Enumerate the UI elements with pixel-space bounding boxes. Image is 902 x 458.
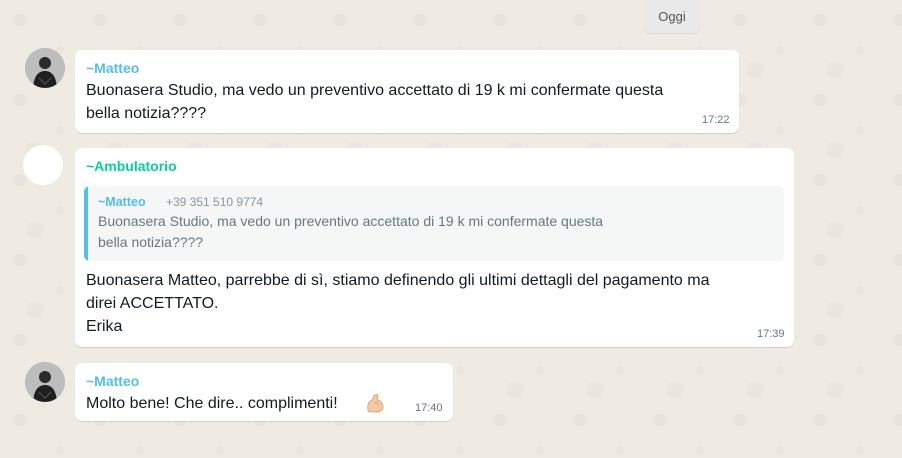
message-text: Buonasera Studio, ma vedo un preventivo … <box>86 82 664 122</box>
quote-accent-bar <box>84 186 88 261</box>
sender-name[interactable]: ~Matteo <box>86 373 139 389</box>
avatar-matteo[interactable] <box>25 48 65 88</box>
message-bubble[interactable]: ~Matteo Molto bene! Che dire.. complimen… <box>75 363 453 421</box>
sender-name[interactable]: ~Matteo <box>86 60 139 76</box>
flexed-biceps-icon <box>367 394 384 413</box>
quoted-message[interactable]: ~Matteo +39 351 510 9774 Buonasera Studi… <box>84 186 784 261</box>
message-time: 17:39 <box>757 328 785 340</box>
date-chip: Oggi <box>644 0 700 33</box>
quoted-text: Buonasera Studio, ma vedo un preventivo … <box>98 213 604 250</box>
message-time: 17:22 <box>702 114 730 126</box>
quoted-sender-phone: +39 351 510 9774 <box>166 195 264 209</box>
message-text: Molto bene! Che dire.. complimenti! <box>86 395 338 412</box>
message-time: 17:40 <box>415 402 443 414</box>
person-photo-icon <box>25 362 65 402</box>
quoted-sender-name: ~Matteo <box>98 195 146 209</box>
person-photo-icon <box>25 48 65 88</box>
avatar-ambulatorio[interactable] <box>23 145 63 185</box>
message-text: Buonasera Matteo, parrebbe di sì, stiamo… <box>86 272 710 335</box>
chat-area[interactable]: Oggi ~Matteo Buonasera Studio, ma vedo u… <box>0 0 902 458</box>
message-bubble[interactable]: ~Ambulatorio ~Matteo +39 351 510 9774 Bu… <box>75 148 794 347</box>
message-bubble[interactable]: ~Matteo Buonasera Studio, ma vedo un pre… <box>75 50 739 133</box>
sender-name[interactable]: ~Ambulatorio <box>86 158 177 174</box>
avatar-matteo[interactable] <box>25 362 65 402</box>
